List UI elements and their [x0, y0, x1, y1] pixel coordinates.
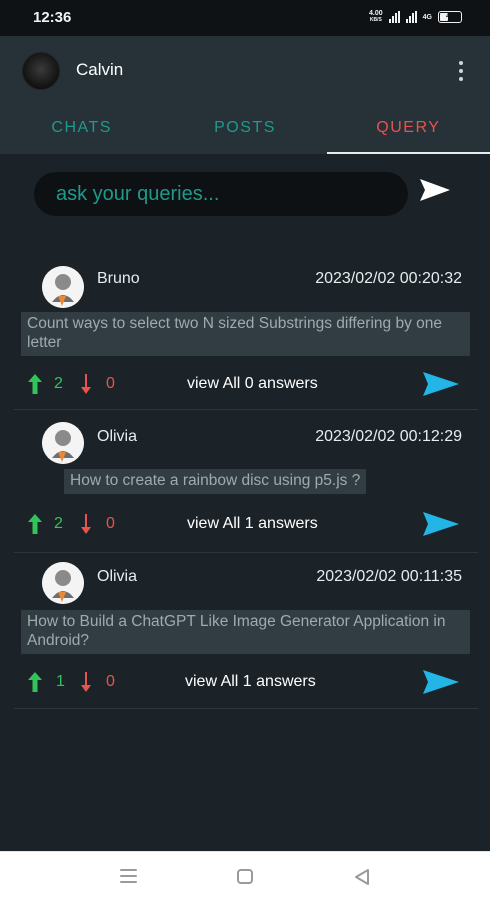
kebab-menu-icon[interactable]	[456, 59, 466, 83]
status-time: 12:36	[33, 9, 72, 26]
downvote-count: 0	[106, 375, 115, 392]
upvote-count: 2	[54, 375, 63, 392]
tab-query[interactable]: QUERY	[326, 110, 490, 154]
send-answer-icon[interactable]	[422, 510, 460, 538]
query-card: Bruno 2023/02/02 00:20:32 Count ways to …	[14, 254, 478, 410]
arrow-down-icon[interactable]	[80, 672, 92, 692]
network-speed: 4.00 KB/S	[369, 10, 383, 23]
status-bar: 12:36 4.00 KB/S 4G 44	[0, 0, 490, 36]
send-icon[interactable]	[418, 176, 452, 204]
downvote-count: 0	[106, 673, 115, 690]
downvote-count: 0	[106, 515, 115, 532]
upvote-count: 1	[56, 673, 65, 690]
home-icon[interactable]	[237, 869, 253, 884]
view-answers-link[interactable]: view All 1 answers	[185, 673, 316, 691]
battery-level: 44	[446, 13, 454, 20]
back-icon[interactable]	[354, 868, 370, 886]
post-timestamp: 2023/02/02 00:11:35	[316, 568, 462, 585]
user-avatar[interactable]	[42, 562, 84, 604]
wifi-signal-icon	[388, 11, 400, 23]
recent-apps-icon[interactable]	[120, 869, 137, 883]
status-icons: 4.00 KB/S 4G 44	[369, 10, 462, 24]
battery-icon: 44	[438, 11, 462, 23]
app-header: Calvin CHATS POSTS QUERY	[0, 36, 490, 154]
post-timestamp: 2023/02/02 00:12:29	[315, 428, 462, 445]
post-timestamp: 2023/02/02 00:20:32	[315, 270, 462, 287]
post-user-name: Bruno	[97, 270, 140, 287]
user-avatar[interactable]	[42, 422, 84, 464]
send-answer-icon[interactable]	[422, 668, 460, 696]
query-text[interactable]: Count ways to select two N sized Substri…	[21, 312, 470, 356]
view-answers-link[interactable]: view All 0 answers	[187, 375, 318, 393]
arrow-down-icon[interactable]	[80, 514, 92, 534]
system-nav-bar	[0, 851, 490, 900]
query-card: Olivia 2023/02/02 00:11:35 How to Build …	[14, 553, 478, 709]
post-user-name: Olivia	[97, 428, 138, 445]
query-list: Bruno 2023/02/02 00:20:32 Count ways to …	[14, 254, 478, 709]
profile-avatar[interactable]	[22, 52, 60, 90]
arrow-down-icon[interactable]	[80, 374, 92, 394]
arrow-up-icon[interactable]	[28, 514, 42, 534]
header-user-name: Calvin	[76, 60, 124, 79]
tab-bar: CHATS POSTS QUERY	[0, 110, 490, 154]
vote-row: 2 0 view All 0 answers	[14, 372, 478, 396]
tab-posts[interactable]: POSTS	[163, 110, 326, 154]
query-input-row	[0, 154, 490, 230]
arrow-up-icon[interactable]	[28, 374, 42, 394]
vote-row: 1 0 view All 1 answers	[14, 670, 478, 694]
view-answers-link[interactable]: view All 1 answers	[187, 515, 318, 533]
vote-row: 2 0 view All 1 answers	[14, 512, 478, 536]
query-input[interactable]	[34, 172, 408, 216]
query-text[interactable]: How to Build a ChatGPT Like Image Genera…	[21, 610, 470, 654]
user-avatar[interactable]	[42, 266, 84, 308]
upvote-count: 2	[54, 515, 63, 532]
query-text[interactable]: How to create a rainbow disc using p5.js…	[64, 469, 367, 494]
tab-chats[interactable]: CHATS	[0, 110, 163, 154]
send-answer-icon[interactable]	[422, 370, 460, 398]
arrow-up-icon[interactable]	[28, 672, 42, 692]
post-user-name: Olivia	[97, 568, 138, 585]
query-card: Olivia 2023/02/02 00:12:29 How to create…	[14, 410, 478, 553]
cell-signal-icon	[405, 11, 417, 23]
network-type-label: 4G	[422, 13, 432, 21]
